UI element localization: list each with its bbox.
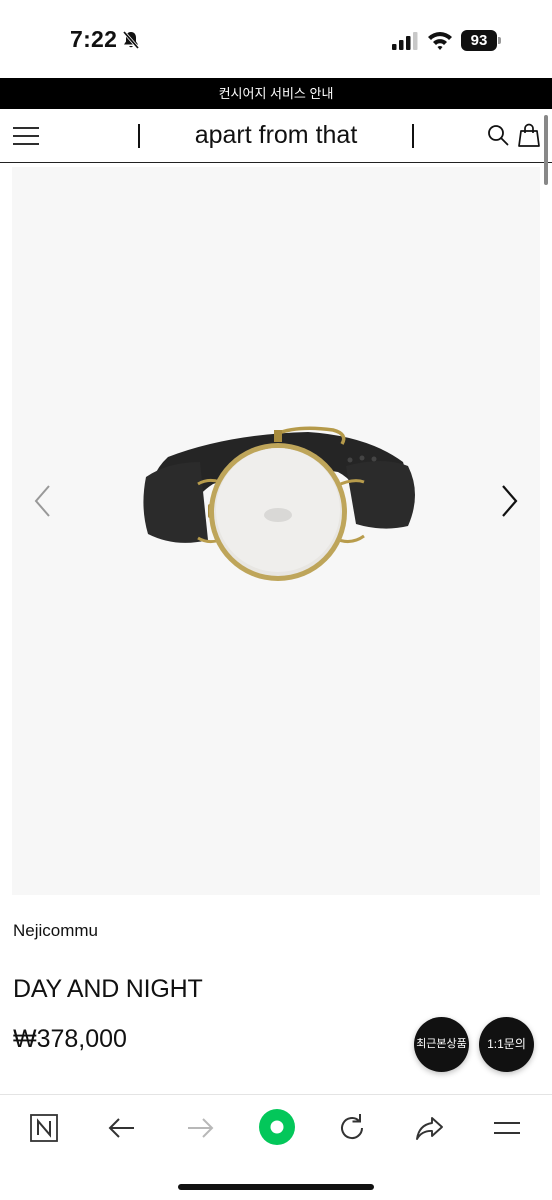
- site-header: apart from that: [0, 109, 552, 163]
- recent-products-button[interactable]: 최근본상품: [414, 1017, 469, 1072]
- page-scrollbar[interactable]: [544, 115, 548, 185]
- product-image-watch: [143, 426, 415, 581]
- green-circle-home-icon[interactable]: [257, 1107, 297, 1147]
- concierge-notice-bar[interactable]: 컨시어지 서비스 안내: [0, 78, 552, 109]
- status-time: 7:22: [70, 26, 118, 52]
- menu-lines-icon[interactable]: [490, 1111, 524, 1145]
- header-divider-right: [412, 124, 414, 148]
- menu-icon[interactable]: [13, 127, 39, 145]
- shopping-bag-icon[interactable]: [518, 123, 540, 147]
- refresh-icon[interactable]: [335, 1111, 369, 1145]
- wifi-icon: [428, 32, 452, 50]
- battery-cap: [498, 37, 501, 44]
- product-image-gallery[interactable]: [12, 167, 540, 895]
- signal-icon: [392, 32, 418, 50]
- share-icon[interactable]: [412, 1111, 446, 1145]
- home-indicator[interactable]: [178, 1184, 374, 1190]
- battery-icon: 93: [461, 30, 501, 51]
- site-logo-title[interactable]: apart from that: [140, 121, 412, 150]
- battery-level: 93: [461, 30, 497, 51]
- product-name: DAY AND NIGHT: [13, 975, 203, 1003]
- forward-arrow-icon[interactable]: [183, 1111, 217, 1145]
- bell-slash-icon: [122, 30, 140, 50]
- chevron-right-icon[interactable]: [498, 483, 520, 519]
- status-bar: 7:22 93: [0, 0, 552, 78]
- product-price: ₩378,000: [13, 1025, 127, 1053]
- search-icon[interactable]: [487, 124, 509, 146]
- one-to-one-inquiry-button[interactable]: 1:1문의: [479, 1017, 534, 1072]
- back-arrow-icon[interactable]: [105, 1111, 139, 1145]
- chevron-left-icon[interactable]: [32, 483, 54, 519]
- product-brand[interactable]: Nejicommu: [13, 921, 98, 941]
- naver-n-icon[interactable]: [27, 1111, 61, 1145]
